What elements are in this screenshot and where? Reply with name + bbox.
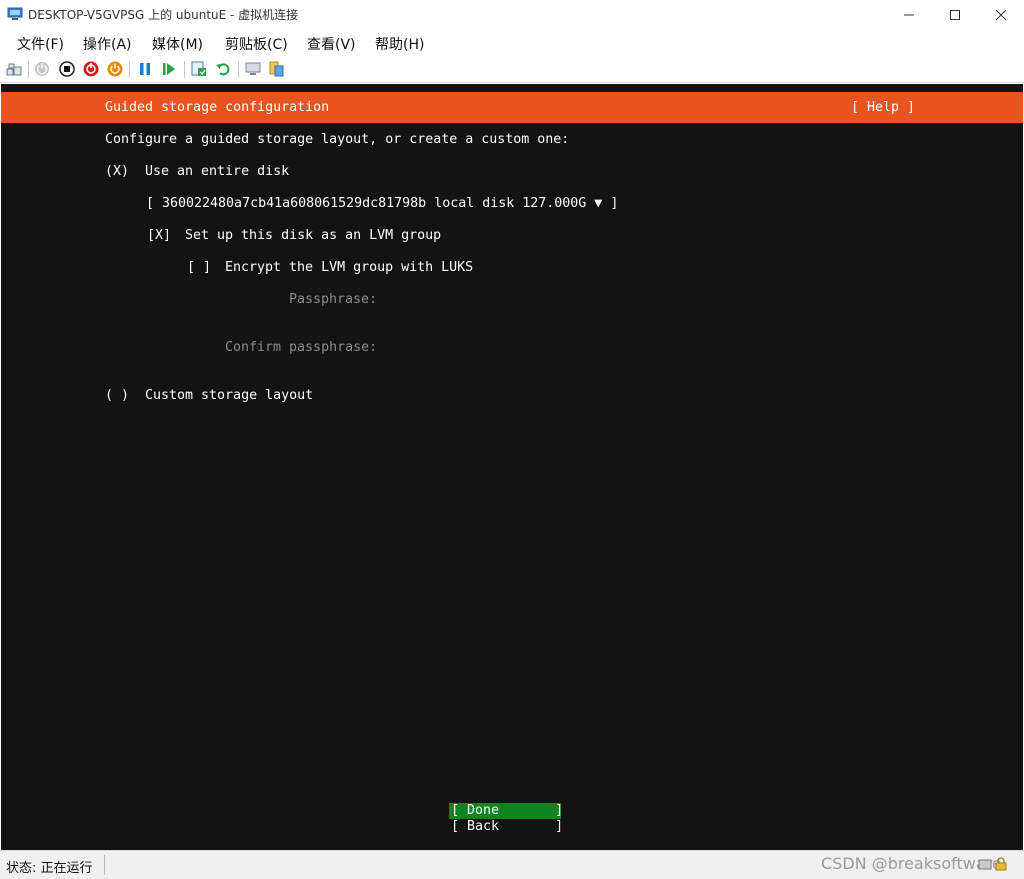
maximize-button[interactable] [932,0,978,29]
encrypt-checkbox[interactable]: [ ] [187,260,211,276]
lock-status-icon [995,857,1007,871]
share-icon[interactable] [267,60,285,78]
back-button[interactable]: [ Back ] [451,819,563,835]
revert-icon[interactable] [214,60,232,78]
done-button[interactable]: [ Done ] [451,803,563,819]
minimize-icon [904,14,914,15]
minimize-button[interactable] [886,0,932,29]
menu-media[interactable]: 媒体(M) [152,34,203,54]
menu-help[interactable]: 帮助(H) [375,34,424,54]
menu-clipboard[interactable]: 剪贴板(C) [225,34,288,54]
maximize-icon [950,9,960,20]
status-bar: 状态: 正在运行 CSDN @breaksoftware [0,850,1024,879]
intro-text: Configure a guided storage layout, or cr… [105,132,570,147]
start-icon[interactable] [33,60,51,78]
checkpoint-icon[interactable] [190,60,208,78]
ctrl-alt-del-icon[interactable] [5,60,23,78]
confirm-passphrase-label: Confirm passphrase: [225,340,378,355]
toolbar [0,56,1024,83]
turn-off-icon[interactable] [58,60,76,78]
entire-disk-label: Use an entire disk [145,164,290,179]
status-divider [104,855,105,875]
entire-disk-radio[interactable]: (X) [105,164,129,180]
close-icon [995,9,1007,20]
shutdown-icon[interactable] [82,60,100,78]
disk-select[interactable]: [ 360022480a7cb41a608061529dc81798b loca… [146,196,618,212]
lvm-checkbox[interactable]: [X] [147,228,171,244]
menu-action[interactable]: 操作(A) [83,34,132,54]
installer-title: Guided storage configuration [105,100,330,115]
close-button[interactable] [978,0,1024,29]
menu-file[interactable]: 文件(F) [17,34,64,54]
vm-console[interactable]: Guided storage configuration [ Help ] Co… [1,84,1023,850]
vm-status: 状态: 正在运行 [6,861,93,876]
window-titlebar: DESKTOP-V5GVPSG 上的 ubuntuE - 虚拟机连接 [0,0,1024,29]
custom-layout-label: Custom storage layout [145,388,314,403]
encrypt-label: Encrypt the LVM group with LUKS [225,260,474,275]
help-button[interactable]: [ Help ] [851,100,915,116]
window-title: DESKTOP-V5GVPSG 上的 ubuntuE - 虚拟机连接 [28,8,299,22]
keyboard-status-icon [978,859,992,870]
menu-view[interactable]: 查看(V) [307,34,356,54]
resume-icon[interactable] [160,60,178,78]
csdn-watermark: CSDN @breaksoftware [821,854,1002,873]
lvm-label: Set up this disk as an LVM group [185,228,442,243]
enhanced-session-icon[interactable] [244,60,262,78]
save-icon[interactable] [106,60,124,78]
pause-icon[interactable] [136,60,154,78]
passphrase-label: Passphrase: [289,292,378,307]
vm-connection-icon [7,7,23,20]
custom-layout-radio[interactable]: ( ) [105,388,129,404]
menu-bar: 文件(F) 操作(A) 媒体(M) 剪贴板(C) 查看(V) 帮助(H) [0,29,1024,56]
